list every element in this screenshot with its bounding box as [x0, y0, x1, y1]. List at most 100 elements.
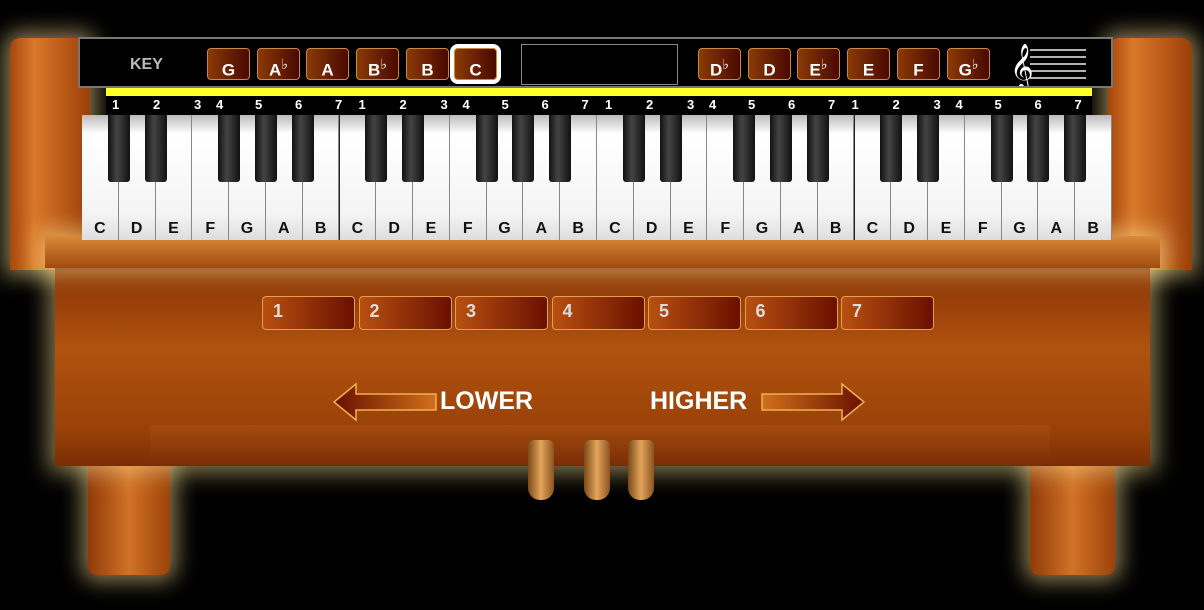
key-letter: E [425, 220, 437, 237]
scale-degree-label: 2 [399, 97, 407, 112]
key-label: KEY [130, 56, 163, 73]
flat-sign: ♭ [380, 56, 387, 72]
black-key[interactable] [107, 115, 130, 182]
key-letter: C [351, 220, 364, 237]
scale-degree-label: 1 [358, 97, 366, 112]
scale-degree-label: 7 [828, 97, 836, 112]
octave-button-3[interactable]: 3 [455, 296, 548, 330]
octave-button-5[interactable]: 5 [648, 296, 741, 330]
lower-button[interactable]: LOWER [440, 387, 533, 416]
key-note: A [269, 60, 282, 80]
key-button-a[interactable]: A [306, 48, 349, 80]
octave-button-4[interactable]: 4 [551, 296, 645, 330]
key-letter: A [793, 220, 805, 237]
key-letter: G [498, 220, 511, 237]
key-button-g-flat[interactable]: G♭ [947, 48, 990, 80]
key-button-d-flat[interactable]: D♭ [698, 48, 741, 80]
svg-text:𝄞: 𝄞 [1010, 44, 1034, 86]
flat-sign: ♭ [971, 56, 979, 72]
scale-degree-label: 5 [748, 97, 756, 112]
black-key[interactable] [622, 115, 645, 182]
key-letter: D [645, 220, 658, 237]
key-letter: G [240, 220, 254, 237]
key-letter: E [940, 220, 952, 237]
scale-degree-label: 5 [255, 97, 263, 112]
key-note: B [368, 60, 381, 80]
scale-degree-label: 4 [216, 97, 224, 112]
key-note: F [913, 60, 924, 80]
key-button-g[interactable]: G [207, 48, 250, 80]
key-button-e[interactable]: E [847, 48, 890, 80]
key-letter: D [388, 220, 400, 237]
black-key[interactable] [880, 115, 903, 182]
key-note: A [321, 60, 334, 80]
flat-sign: ♭ [281, 56, 288, 72]
scale-degree-label: 6 [295, 97, 303, 112]
key-display [521, 44, 678, 85]
pedal-right[interactable] [628, 440, 654, 500]
octave-button-7[interactable]: 7 [841, 296, 934, 330]
key-letter: E [683, 220, 694, 237]
key-letter: B [829, 220, 842, 237]
higher-arrow-icon[interactable] [760, 382, 866, 422]
black-key[interactable] [769, 115, 792, 182]
black-key[interactable] [549, 115, 572, 182]
key-letter: C [866, 220, 879, 237]
black-key[interactable] [917, 115, 940, 182]
black-key[interactable] [1027, 115, 1050, 182]
black-key[interactable] [1064, 115, 1087, 182]
key-selector-bar: KEY G A♭ A B♭ B C D♭ D E♭ E F G♭ 𝄞 [78, 37, 1113, 88]
scale-degree-label: 4 [462, 97, 470, 112]
key-button-b[interactable]: B [406, 48, 449, 80]
octave-button-1[interactable]: 1 [262, 296, 355, 330]
key-letter: A [535, 220, 548, 237]
key-letter: F [720, 220, 731, 237]
key-letter: B [1087, 220, 1099, 237]
black-key[interactable] [806, 115, 829, 182]
scale-degree-label: 1 [112, 97, 120, 112]
lower-arrow-icon[interactable] [332, 382, 438, 422]
key-letter: G [1013, 220, 1026, 237]
scale-degree-label: 2 [646, 97, 654, 112]
black-key[interactable] [733, 115, 756, 182]
key-button-e-flat[interactable]: E♭ [797, 48, 840, 80]
key-button-b-flat[interactable]: B♭ [356, 48, 399, 80]
pedal-left[interactable] [528, 440, 554, 500]
scale-degree-label: 3 [194, 97, 202, 112]
key-button-c[interactable]: C [450, 44, 501, 84]
key-letter: A [1050, 220, 1063, 237]
key-note: B [421, 60, 434, 80]
scale-degree-label: 3 [933, 97, 941, 112]
black-key[interactable] [402, 115, 425, 182]
scale-degree-label: 7 [1074, 97, 1082, 112]
black-key[interactable] [254, 115, 277, 182]
black-key[interactable] [475, 115, 498, 182]
key-note: D [763, 60, 776, 80]
key-letter: C [609, 220, 621, 237]
scale-degree-label: 5 [994, 97, 1002, 112]
scale-degree-label: 7 [581, 97, 589, 112]
octave-button-2[interactable]: 2 [358, 296, 452, 330]
key-letter: D [130, 220, 143, 237]
flat-sign: ♭ [820, 56, 828, 72]
black-key[interactable] [365, 115, 388, 182]
scale-degree-label: 7 [335, 97, 343, 112]
black-key[interactable] [291, 115, 314, 182]
scale-degree-label: 6 [1034, 97, 1042, 112]
black-key[interactable] [218, 115, 241, 182]
black-key[interactable] [512, 115, 535, 182]
pedal-middle[interactable] [584, 440, 610, 500]
black-key[interactable] [659, 115, 682, 182]
key-button-a-flat[interactable]: A♭ [257, 48, 300, 80]
higher-button[interactable]: HIGHER [650, 387, 747, 416]
key-button-d[interactable]: D [748, 48, 791, 80]
octave-button-6[interactable]: 6 [744, 296, 838, 330]
black-key[interactable] [990, 115, 1013, 182]
flat-sign: ♭ [722, 56, 729, 72]
key-letter: F [977, 220, 988, 237]
black-key[interactable] [144, 115, 167, 182]
scale-degree-label: 6 [541, 97, 549, 112]
key-letter: D [903, 220, 915, 237]
piano-keyboard: CDEFGABCDEFGABCDEFGABCDEFGAB [82, 115, 1112, 240]
key-button-f[interactable]: F [897, 48, 940, 80]
